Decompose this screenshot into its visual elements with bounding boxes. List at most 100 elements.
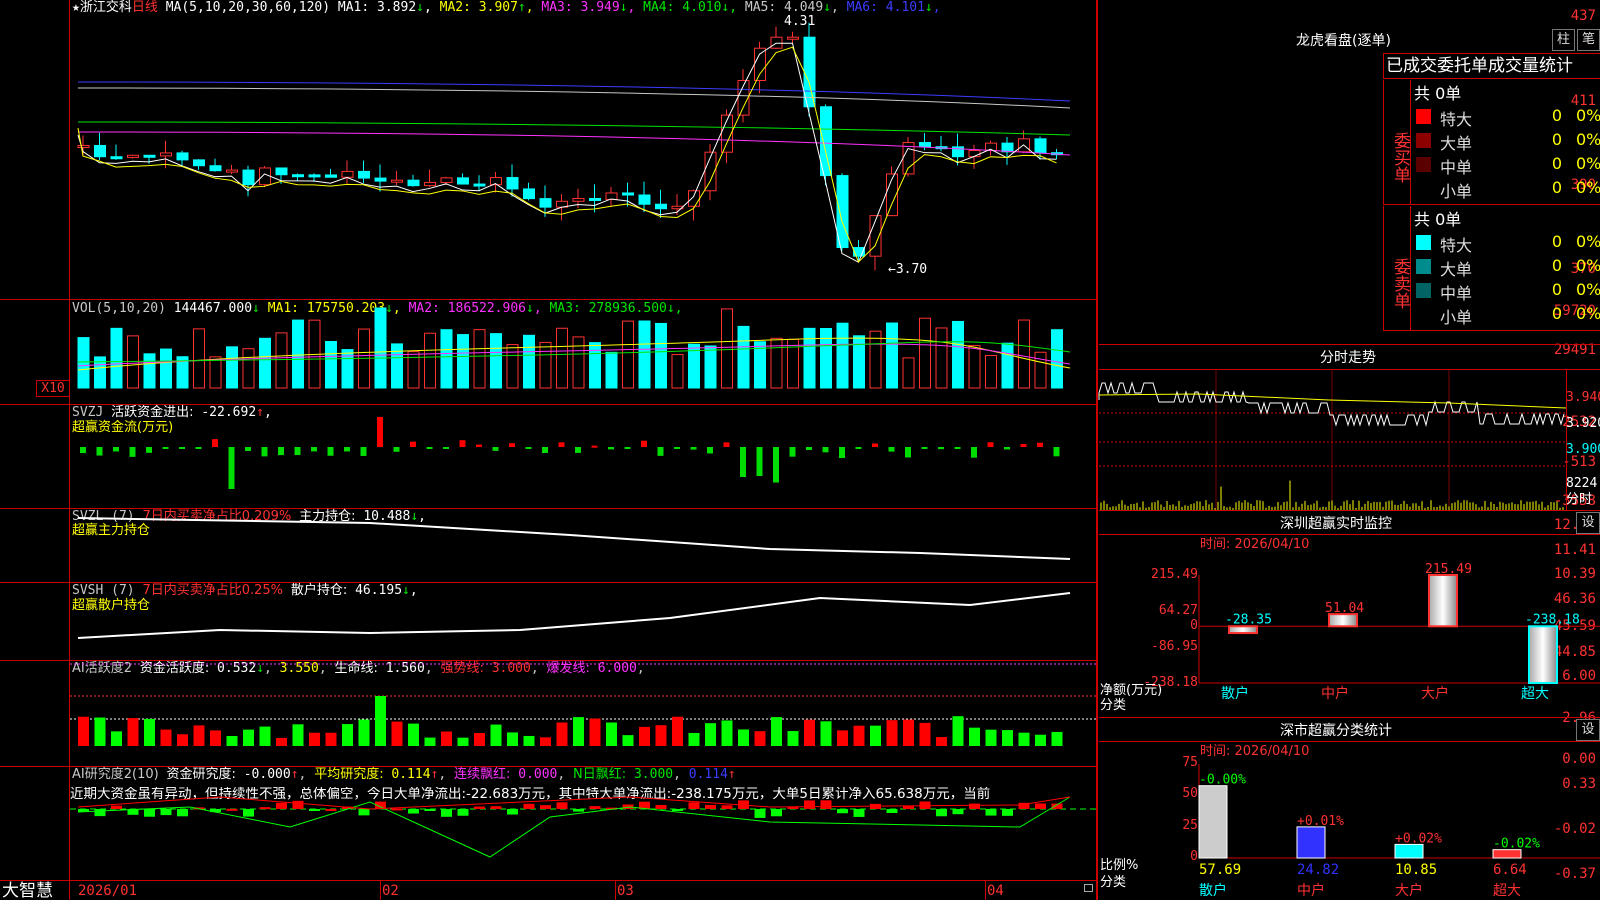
candle-body [1001, 142, 1014, 153]
volume-bar [110, 327, 123, 389]
order-row-pct: 0% [1576, 304, 1600, 323]
retail-holding-chart[interactable] [70, 583, 1098, 660]
order-row: 特大 0 0% [1412, 230, 1600, 255]
order-row: 大单 0 0% [1412, 254, 1600, 279]
activity-bar [771, 717, 782, 746]
fund-flow-bar [1053, 447, 1060, 457]
candle-body [572, 197, 585, 202]
buy-orders-block: 委买单 共 0单 特大 0 0% 大单 0 0% 中单 0 0% 小单 0 0% [1383, 80, 1600, 205]
left-axis-panel [0, 0, 70, 900]
activity-chart[interactable] [70, 661, 1098, 766]
candlestick-chart[interactable] [70, 0, 1098, 299]
fund-flow-bar [509, 443, 515, 447]
candle-body [176, 152, 189, 161]
volume-bar [160, 348, 172, 389]
class-stats-category-label: 中户 [1297, 882, 1325, 899]
volume-bar [523, 334, 535, 389]
volume-bar [737, 325, 750, 389]
research-bar [144, 809, 155, 817]
fund-flow-bar [459, 440, 466, 447]
fund-flow-bar [360, 447, 367, 456]
order-row-label: 特大 [1440, 110, 1473, 129]
activity-bar [474, 733, 485, 746]
activity-bar [903, 719, 914, 746]
activity-bar [655, 725, 667, 746]
activity-bar [1018, 732, 1030, 746]
volume-bar [374, 307, 387, 389]
intraday-volume-value: 8224 [1566, 476, 1598, 491]
research-bar [903, 806, 914, 809]
order-row: 小单 0 0% [1412, 176, 1600, 201]
research-bar [276, 802, 287, 809]
research-bar [936, 809, 947, 817]
research-bar [391, 808, 403, 811]
class-stats-value-label: 10.85 [1395, 862, 1437, 878]
date-tick-line [615, 881, 616, 900]
fund-flow-bar [426, 447, 433, 449]
candle-body [358, 170, 370, 179]
candle-body [589, 197, 601, 201]
intraday-axis-tick: 3.920 [1566, 416, 1600, 431]
main-holding-line [77, 517, 1071, 560]
order-row-pct: 0% [1576, 130, 1600, 149]
realtime-settings-button[interactable]: 设 [1576, 512, 1600, 534]
class-stats-chart[interactable]: -0.00% 57.69 散户 +0.01% 24.82 中户 +0.02% 10.85 大户 -… [1099, 742, 1600, 900]
lock-icon[interactable] [1084, 884, 1093, 892]
fund-flow-bar [905, 447, 911, 458]
candle-body [143, 154, 156, 158]
high-price-marker: 4.31 [784, 14, 816, 29]
fund-flow-bar [1037, 442, 1043, 447]
candle-body [440, 177, 453, 183]
order-color-swatch [1416, 157, 1431, 172]
fund-flow-bar [839, 447, 845, 458]
intraday-chart[interactable] [1098, 370, 1567, 510]
volume-bar [506, 344, 519, 389]
order-row-pct: 0% [1576, 232, 1600, 251]
volume-bar [820, 328, 832, 389]
activity-bar [507, 732, 518, 746]
realtime-monitor-chart[interactable]: -28.35 散户 51.04 中户 215.49 大户 -238.18 超大 [1099, 535, 1600, 715]
volume-bar [886, 322, 898, 389]
date-tick-line [985, 881, 986, 900]
volume-chart[interactable] [70, 300, 1098, 404]
activity-bar [210, 730, 221, 746]
activity-bar [226, 735, 238, 746]
lhb-title: 龙虎看盘(逐单) [1296, 33, 1391, 49]
volume-bar [143, 353, 156, 389]
research-bar [754, 809, 766, 818]
bar-view-button[interactable]: 柱 [1552, 29, 1575, 51]
candle-body [457, 177, 469, 185]
candle-body [803, 36, 816, 108]
fund-flow-bar [393, 447, 400, 452]
order-row-count: 0 [1551, 304, 1562, 323]
research-bar [523, 803, 535, 809]
candle-body [110, 156, 123, 160]
order-color-swatch [1416, 259, 1431, 274]
volume-bar [638, 320, 651, 389]
candle-body [754, 47, 766, 81]
fund-flow-chart[interactable] [70, 405, 1098, 508]
candle-body [1034, 138, 1047, 154]
stroke-view-button[interactable]: 笔 [1577, 29, 1600, 51]
order-row-pct: 0% [1576, 280, 1600, 299]
main-holding-chart[interactable] [70, 509, 1098, 582]
order-color-swatch [1416, 109, 1431, 124]
tab-orders[interactable]: 委托单 [1437, 56, 1488, 76]
activity-bar [787, 731, 799, 746]
candle-body [688, 190, 700, 207]
research-bar [1002, 809, 1013, 816]
fund-flow-bar [129, 447, 136, 457]
tab-volume-stats[interactable]: 成交量统计 [1488, 56, 1573, 76]
realtime-category-label: 超大 [1521, 686, 1549, 702]
volume-bar [539, 341, 552, 389]
fund-flow-bar [261, 447, 268, 457]
fund-flow-bar [80, 447, 86, 454]
volume-bar [935, 327, 948, 389]
fund-flow-bar [443, 447, 449, 449]
research-chart[interactable] [70, 767, 1098, 880]
volume-bar [952, 320, 964, 389]
class-stats-settings-button[interactable]: 设 [1576, 719, 1600, 741]
activity-bar [952, 716, 964, 746]
tab-executed[interactable]: 已成交 [1386, 56, 1437, 76]
order-row: 中单 0 0% [1412, 152, 1600, 177]
